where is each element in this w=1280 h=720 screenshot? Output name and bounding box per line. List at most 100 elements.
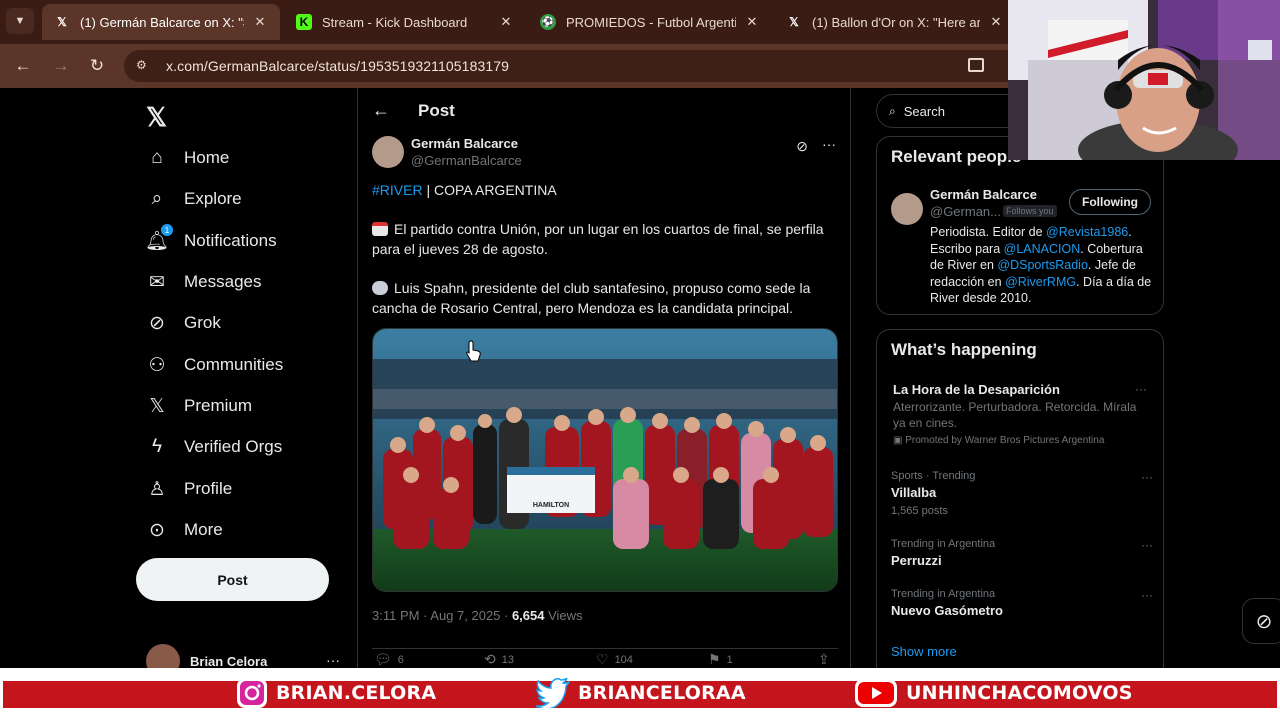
- trend-context: Trending in Argentina: [891, 538, 996, 550]
- grok-floating-button[interactable]: ⊘: [1242, 598, 1280, 644]
- back-button[interactable]: ←: [12, 55, 34, 77]
- author-handle[interactable]: @GermanBalcarce: [411, 153, 522, 168]
- post-actions: 💬︎ 6 ⟲ 13 ♡ 104 ⚑ 1 ⇪: [372, 648, 838, 668]
- forward-button[interactable]: →: [50, 55, 72, 77]
- kick-logo-icon: K: [296, 14, 312, 30]
- soccer-ball-icon: ⚽: [540, 14, 556, 30]
- check-brand-text: HAMILTON: [533, 502, 569, 509]
- mention-link[interactable]: @RiverRMG: [1005, 275, 1076, 289]
- bookmark-count: 1: [726, 653, 733, 666]
- bookmark-button[interactable]: ⚑ 1: [708, 651, 733, 668]
- close-tab-icon[interactable]: ✕: [988, 14, 1004, 30]
- trend-name: Nuevo Gasómetro: [891, 603, 1003, 618]
- sidebar-item-verified-orgs[interactable]: ϟ Verified Orgs: [146, 432, 282, 462]
- more-icon[interactable]: ···: [1135, 382, 1147, 396]
- show-more-link[interactable]: Show more: [891, 644, 957, 659]
- author-name[interactable]: Germán Balcarce: [411, 136, 518, 151]
- share-button[interactable]: ⇪: [818, 651, 836, 668]
- sidebar-item-more[interactable]: ⊙ More: [146, 515, 223, 545]
- post-text-para1: El partido contra Unión, por un lugar en…: [372, 219, 842, 259]
- tab-title: (1) Germán Balcarce on X: "#RIV: [80, 14, 244, 30]
- trend-item[interactable]: Trending in Argentina Perruzzi ···: [891, 538, 1153, 568]
- sidebar-item-communities[interactable]: ⚇ Communities: [146, 350, 283, 380]
- close-tab-icon[interactable]: ✕: [744, 14, 760, 30]
- post-text-line1: #RIVER | COPA ARGENTINA: [372, 180, 842, 200]
- relevant-people-card: Relevant people Germán Balcarce @German.…: [876, 136, 1164, 315]
- person-name[interactable]: Germán Balcarce: [930, 187, 1037, 202]
- site-info-icon[interactable]: ⚙: [136, 58, 152, 74]
- sidebar-item-label: Premium: [184, 396, 253, 415]
- search-icon: ⌕: [889, 103, 896, 118]
- tab-promiedos[interactable]: ⚽ PROMIEDOS - Futbol Argentino ✕: [528, 4, 772, 40]
- mention-link[interactable]: @LANACION: [1004, 242, 1081, 256]
- envelope-icon: ✉: [149, 271, 165, 293]
- chevron-down-icon: ▼: [14, 15, 26, 27]
- hashtag-link[interactable]: #RIVER: [372, 182, 423, 198]
- grok-explain-icon[interactable]: ⊘: [796, 138, 808, 155]
- tab-kick-dashboard[interactable]: K Stream - Kick Dashboard ✕: [284, 4, 526, 40]
- close-tab-icon[interactable]: ✕: [498, 14, 514, 30]
- more-icon[interactable]: ···: [1141, 538, 1153, 552]
- more-icon[interactable]: ···: [1141, 588, 1153, 602]
- trend-name: Perruzzi: [891, 553, 942, 568]
- sidebar-item-notifications[interactable]: 🔔︎ 1 Notifications: [145, 224, 277, 256]
- sidebar-item-label: Messages: [184, 272, 262, 291]
- x-logo-icon: 𝕏: [149, 395, 165, 417]
- like-count: 104: [614, 653, 633, 666]
- card-title: What’s happening: [891, 340, 1037, 359]
- more-icon[interactable]: ···: [1141, 470, 1153, 484]
- sidebar-item-messages[interactable]: ✉ Messages: [146, 267, 261, 297]
- sidebar-item-home[interactable]: ⌂ Home: [146, 143, 229, 173]
- sidebar-item-label: Explore: [184, 189, 242, 208]
- tab-x-post[interactable]: 𝕏 (1) Germán Balcarce on X: "#RIV ✕: [42, 4, 280, 40]
- views-count: 6,654: [511, 608, 545, 623]
- mention-link[interactable]: @DSportsRadio: [997, 258, 1088, 272]
- trend-name: Villalba: [891, 485, 937, 500]
- address-bar[interactable]: ⚙ x.com/GermanBalcarce/status/1953519321…: [124, 50, 1024, 82]
- tab-search-button[interactable]: ▼: [6, 8, 34, 34]
- sidebar-item-premium[interactable]: 𝕏 Premium: [146, 391, 252, 421]
- sidebar-item-explore[interactable]: ⌕ Explore: [146, 184, 242, 214]
- reply-button[interactable]: 💬︎ 6: [374, 651, 404, 668]
- trend-item[interactable]: Sports · Trending Villalba 1,565 posts ·…: [891, 470, 1153, 517]
- whats-happening-card: What’s happening La Hora de la Desaparic…: [876, 329, 1164, 668]
- youtube-handle: UNHINCHACOMOVOS: [854, 676, 1133, 710]
- reload-button[interactable]: ↻: [86, 55, 108, 77]
- ad-icon: ▣: [893, 435, 906, 446]
- more-icon[interactable]: ···: [822, 136, 836, 152]
- post-text-segment: El partido contra Unión, por un lugar en…: [372, 221, 824, 257]
- views-label: Views: [544, 608, 583, 623]
- post-image[interactable]: HAMILTON: [372, 328, 838, 592]
- youtube-text: UNHINCHACOMOVOS: [906, 682, 1133, 704]
- following-button[interactable]: Following: [1069, 189, 1151, 215]
- post-button[interactable]: Post: [136, 558, 329, 601]
- x-logo-icon[interactable]: 𝕏: [146, 102, 167, 133]
- reply-icon: 💬︎: [374, 651, 392, 667]
- trend-item[interactable]: Trending in Argentina Nuevo Gasómetro ··…: [891, 588, 1153, 618]
- install-app-icon[interactable]: [968, 58, 984, 72]
- promoted-trend[interactable]: La Hora de la Desaparición Aterrorizante…: [893, 382, 1155, 446]
- left-sidebar: 𝕏 ⌂ Home ⌕ Explore 🔔︎ 1 Notifications ✉ M…: [136, 88, 356, 678]
- account-name: Brian Celora: [190, 653, 268, 669]
- tab-ballon-dor[interactable]: 𝕏 (1) Ballon d'Or on X: "Here are t ✕: [774, 4, 1016, 40]
- twitter-text: BRIANCELORAA: [578, 682, 746, 704]
- avatar[interactable]: [891, 193, 923, 225]
- search-icon: ⌕: [151, 188, 163, 209]
- mention-link[interactable]: @Revista1986: [1046, 225, 1128, 239]
- twitter-bird-icon: [536, 678, 570, 708]
- post-timestamp: 3:11 PM · Aug 7, 2025 · 6,654 Views: [372, 608, 583, 623]
- home-icon: ⌂: [151, 147, 163, 168]
- person-handle[interactable]: @German...: [930, 204, 1001, 219]
- repost-icon: ⟲: [484, 651, 496, 667]
- repost-button[interactable]: ⟲ 13: [484, 651, 514, 668]
- like-button[interactable]: ♡ 104: [596, 651, 633, 668]
- close-tab-icon[interactable]: ✕: [252, 14, 268, 30]
- streamer-webcam-image: [1008, 0, 1280, 160]
- sidebar-item-label: Verified Orgs: [184, 437, 283, 456]
- arrow-right-icon: →: [52, 56, 70, 75]
- trend-context: Trending in Argentina: [891, 588, 996, 600]
- sidebar-item-profile[interactable]: ♙ Profile: [146, 474, 232, 504]
- avatar[interactable]: [372, 136, 404, 168]
- back-arrow-icon[interactable]: ←: [372, 100, 390, 121]
- sidebar-item-grok[interactable]: ⊘ Grok: [146, 308, 221, 338]
